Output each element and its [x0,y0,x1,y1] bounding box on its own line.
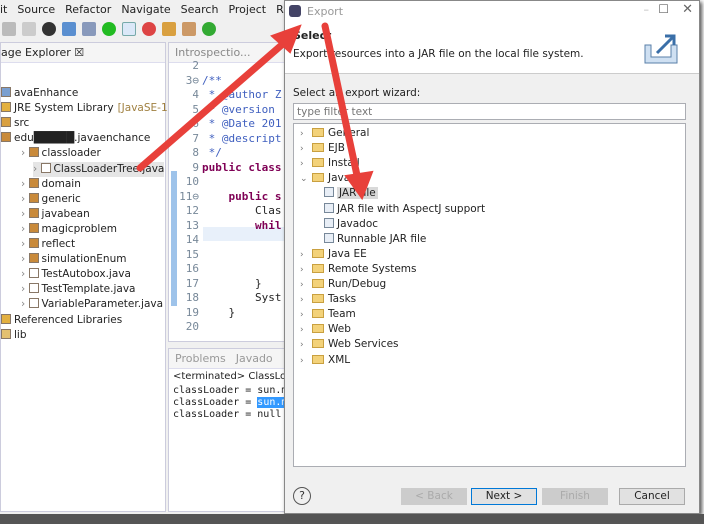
annotation-arrowhead [344,170,374,201]
annotation-arrow-to-jar [321,22,362,184]
annotation-arrows [136,22,374,201]
annotation-arrow-to-dialog [136,32,296,172]
